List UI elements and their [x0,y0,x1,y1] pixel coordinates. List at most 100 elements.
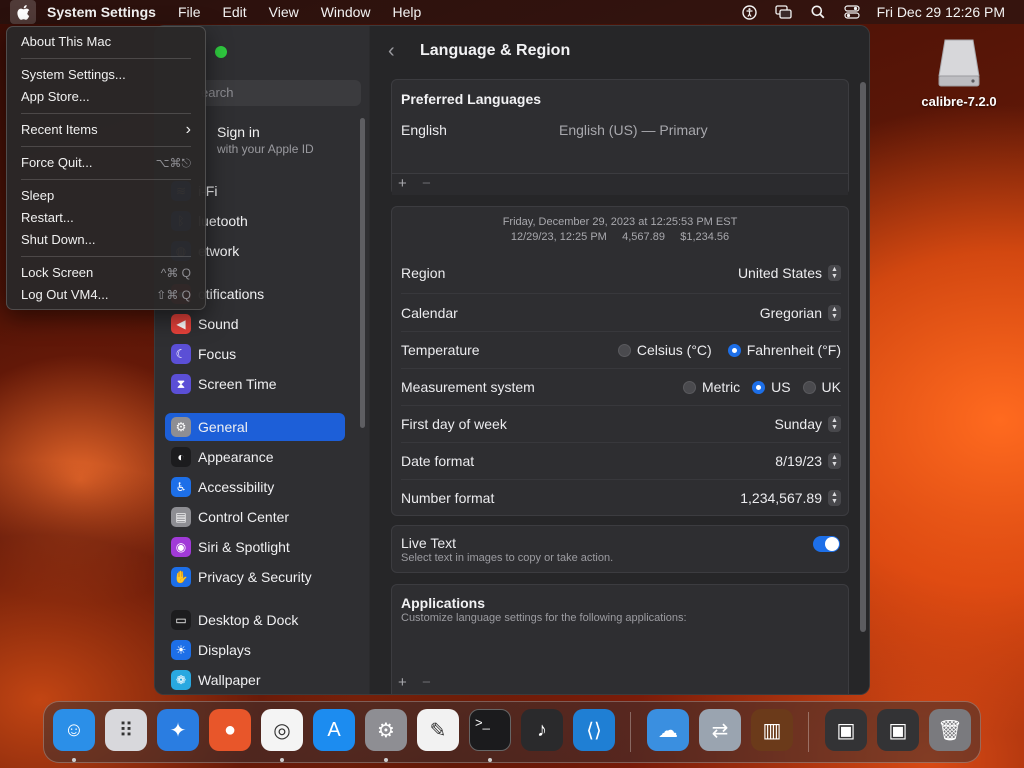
stepper-icon: ▲ ▼ [828,453,841,469]
sidebar-item-appearance[interactable]: ◐ Appearance [165,443,345,471]
sidebar-item-accessibility[interactable]: ♿ Accessibility [165,473,345,501]
fahrenheit-label: Fahrenheit (°F) [746,342,841,358]
restart-item[interactable]: Restart... [7,207,205,229]
content-scrollbar[interactable] [860,82,866,632]
terminal-window-thumbnail-2-icon[interactable]: ▣ [877,709,919,751]
applications-title: Applications [401,595,486,611]
dock: ☺ ⠿ ✦ ● ◎ A ⚙ ✎ >_ ♪ ⟨⟩ ☁ ⇄ ▥ ▣ ▣ 🗑 [43,701,981,763]
sidebar-item-privacy-security[interactable]: ✋ Privacy & Security [165,563,345,591]
date-format-row: Date format 8/19/23 ▲ ▼ [401,449,841,473]
sidebar-item-screen-time[interactable]: ⧗ Screen Time [165,370,345,398]
system-settings-icon[interactable]: ⚙ [365,709,407,751]
system-settings-item[interactable]: System Settings... [7,64,205,86]
wallpaper-icon: ❁ [171,670,191,690]
about-this-mac[interactable]: About This Mac [7,31,205,53]
migration-assistant-icon[interactable]: ⇄ [699,709,741,751]
menu-window[interactable]: Window [310,0,382,24]
metric-radio[interactable]: Metric [682,379,740,395]
siri-icon: ◉ [171,537,191,557]
sidebar-item-control-center[interactable]: ▤ Control Center [165,503,345,531]
menu-clock[interactable]: Fri Dec 29 12:26 PM [869,4,1024,20]
sidebar-item-displays[interactable]: ☀ Displays [165,636,345,664]
search-icon[interactable] [801,0,835,24]
first-day-select[interactable]: Sunday ▲ ▼ [775,416,841,432]
calendar-select[interactable]: Gregorian ▲ ▼ [760,305,841,321]
region-select[interactable]: United States ▲ ▼ [738,265,841,281]
region-value: United States [737,265,822,281]
textedit-icon[interactable]: ✎ [417,709,459,751]
row-divider [401,331,841,332]
remove-language-button[interactable]: − [422,175,431,192]
terminal-icon[interactable]: >_ [469,709,511,751]
apple-id-signin[interactable]: Sign in with your Apple ID [217,124,314,156]
stepper-icon: ▲ ▼ [828,490,841,506]
screen-mirror-icon[interactable] [767,0,801,24]
sidebar-scrollbar[interactable] [360,118,365,428]
terminal-window-thumbnail-icon[interactable]: ▣ [825,709,867,751]
app-store-icon[interactable]: A [313,709,355,751]
finder-icon[interactable]: ☺ [53,709,95,751]
uk-radio[interactable]: UK [802,379,841,395]
menu-separator [21,113,191,114]
us-radio[interactable]: US [752,379,791,395]
measurement-row: Measurement system Metric US UK [401,375,841,399]
dock-separator [808,712,809,752]
date-format-select[interactable]: 8/19/23 ▲ ▼ [775,453,841,469]
sidebar-item-focus[interactable]: ☾ Focus [165,340,345,368]
back-button[interactable]: ‹ [388,40,395,63]
vscode-icon[interactable]: ⟨⟩ [573,709,615,751]
menu-app-name[interactable]: System Settings [36,0,167,24]
preferred-languages-title: Preferred Languages [401,91,542,107]
sidebar-item-general[interactable]: ⚙ General [165,413,345,441]
force-quit-item[interactable]: Force Quit... ⌥⌘⎋ [7,152,205,174]
apple-menu: About This Mac System Settings... App St… [6,26,206,310]
row-divider [401,479,841,480]
menu-help[interactable]: Help [382,0,433,24]
zoom-button[interactable] [215,46,227,58]
shut-down-item[interactable]: Shut Down... [7,229,205,251]
temperature-label: Temperature [401,342,480,358]
desktop-disk-calibre[interactable]: calibre-7.2.0 [914,34,1004,109]
calibre-icon[interactable]: ▥ [751,709,793,751]
control-center-icon: ▤ [171,507,191,527]
number-format-select[interactable]: 1,234,567.89 ▲ ▼ [740,490,841,506]
safari-icon[interactable]: ✦ [157,709,199,751]
accessibility-icon[interactable] [733,0,767,24]
log-out-item[interactable]: Log Out VM4... ⇧⌘ Q [7,284,205,306]
menu-file[interactable]: File [167,0,212,24]
sidebar-item-wallpaper[interactable]: ❁ Wallpaper [165,666,345,694]
app-store-item[interactable]: App Store... [7,86,205,108]
live-text-subtitle: Select text in images to copy or take ac… [401,552,614,564]
log-out-label: Log Out VM4... [21,287,109,302]
language-name[interactable]: English [401,122,447,138]
sidebar-item-desktop-dock[interactable]: ▭ Desktop & Dock [165,606,345,634]
shut-down-label: Shut Down... [21,232,96,247]
live-text-toggle[interactable] [813,536,840,552]
recent-items-item[interactable]: Recent Items › [7,119,205,141]
row-divider [401,293,841,294]
row-divider [401,368,841,369]
sidebar-item-siri-spotlight[interactable]: ◉ Siri & Spotlight [165,533,345,561]
add-language-button[interactable]: + [398,175,407,192]
sleep-item[interactable]: Sleep [7,185,205,207]
launchpad-icon[interactable]: ⠿ [105,709,147,751]
firefox-icon[interactable]: ● [209,709,251,751]
weather-icon[interactable]: ☁ [647,709,689,751]
control-center-icon[interactable] [835,0,869,24]
garageband-icon[interactable]: ♪ [521,709,563,751]
lock-screen-item[interactable]: Lock Screen ^⌘ Q [7,262,205,284]
apple-menu-icon[interactable] [10,0,36,24]
dock-icon: ▭ [171,610,191,630]
row-divider [401,405,841,406]
menu-view[interactable]: View [258,0,310,24]
sidebar-item-sound[interactable]: ◀ Sound [165,310,345,338]
chrome-icon[interactable]: ◎ [261,709,303,751]
add-application-button[interactable]: + [398,674,407,691]
signin-title: Sign in [217,124,260,140]
sidebar-item-label: Focus [198,346,237,362]
celsius-radio[interactable]: Celsius (°C) [617,342,712,358]
menu-edit[interactable]: Edit [212,0,258,24]
trash-icon[interactable]: 🗑 [929,709,971,751]
remove-application-button[interactable]: − [422,674,431,691]
fahrenheit-radio[interactable]: Fahrenheit (°F) [727,342,841,358]
